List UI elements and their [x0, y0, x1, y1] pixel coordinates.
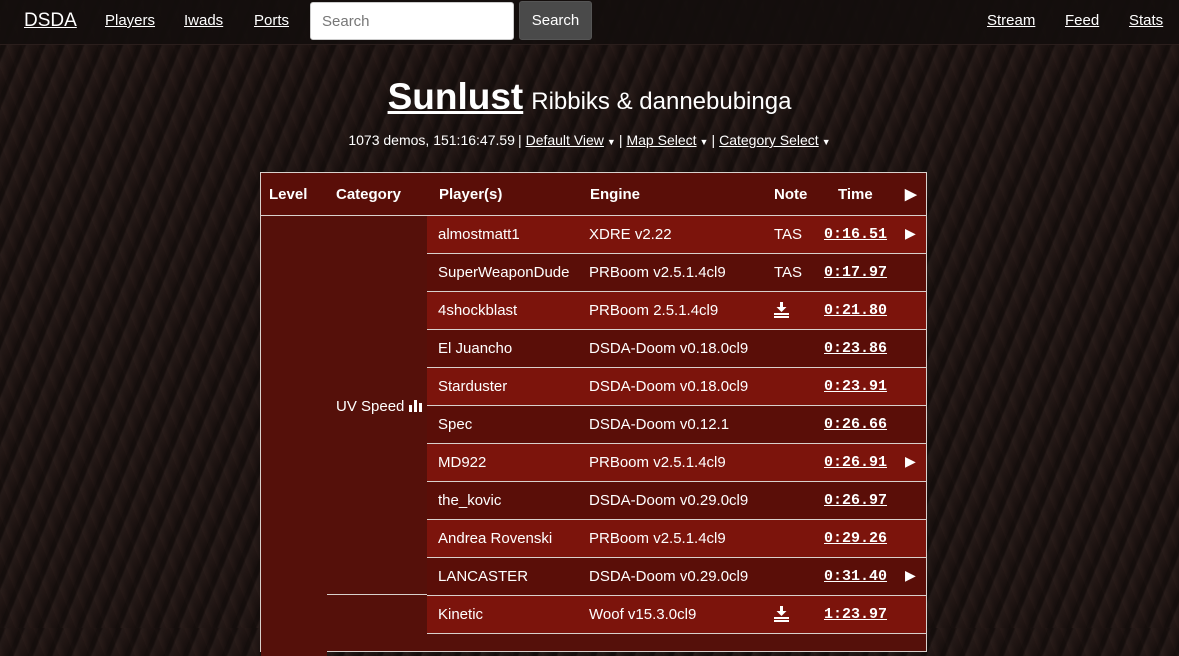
separator: | — [517, 132, 522, 148]
default-view-dropdown[interactable]: Default View ▼ — [526, 132, 616, 148]
download-icon[interactable] — [774, 606, 789, 622]
play-icon: ▶ — [905, 186, 917, 203]
table-row: Andrea Rovenski PRBoom v2.5.1.4cl9 0:29.26 — [427, 520, 926, 558]
wad-header: Sunlust Ribbiks & dannebubinga — [0, 76, 1179, 118]
category-cell: UV Speed — [327, 216, 427, 594]
category-label[interactable]: UV Speed — [336, 398, 423, 415]
run-time-link[interactable]: 0:16.51 — [824, 226, 887, 243]
engine-name: DSDA-Doom v0.18.0cl9 — [589, 378, 749, 395]
player-name[interactable]: Kinetic — [438, 606, 483, 623]
nav-iwads-link[interactable]: Iwads — [184, 12, 223, 29]
player-name[interactable]: Starduster — [438, 378, 507, 395]
player-name[interactable]: El Juancho — [438, 340, 512, 357]
engine-name: PRBoom v2.5.1.4cl9 — [589, 530, 726, 547]
nav-feed-link[interactable]: Feed — [1065, 12, 1099, 29]
level-cell — [261, 216, 327, 656]
caret-down-icon: ▼ — [699, 137, 709, 147]
separator: | — [711, 132, 716, 148]
demo-stats: 1073 demos, 151:16:47.59 — [348, 132, 515, 148]
run-time-link[interactable]: 0:21.80 — [824, 302, 887, 319]
run-time-link[interactable]: 1:23.97 — [824, 606, 887, 623]
category-name: UV Speed — [336, 398, 405, 415]
run-time-link[interactable]: 0:26.66 — [824, 416, 887, 433]
run-time-link[interactable]: 0:17.97 — [824, 264, 887, 281]
search-button[interactable]: Search — [519, 1, 592, 40]
video-play-icon[interactable]: ▶ — [905, 225, 916, 242]
player-name[interactable]: Spec — [438, 416, 472, 433]
default-view-label: Default View — [525, 132, 604, 148]
summary-bar: 1073 demos, 151:16:47.59 | Default View ▼ | M… — [0, 132, 1179, 148]
engine-name: PRBoom v2.5.1.4cl9 — [589, 264, 726, 281]
brand-link[interactable]: DSDA — [24, 10, 77, 32]
header-players: Player(s) — [439, 186, 503, 203]
nav-players-link[interactable]: Players — [105, 12, 155, 29]
engine-name: DSDA-Doom v0.18.0cl9 — [589, 340, 749, 357]
category-select-label: Category Select — [719, 132, 819, 148]
table-row: MD922 PRBoom v2.5.1.4cl9 0:26.91 ▶ — [427, 444, 926, 482]
note-text: TAS — [774, 226, 803, 243]
header-note: Note — [774, 186, 808, 203]
player-name[interactable]: 4shockblast — [438, 302, 517, 319]
table-row: Spec DSDA-Doom v0.12.1 0:26.66 — [427, 406, 926, 444]
nav-stats-link[interactable]: Stats — [1129, 12, 1163, 29]
nav-ports-link[interactable]: Ports — [254, 12, 289, 29]
player-name[interactable]: SuperWeaponDude — [438, 264, 569, 281]
engine-name: DSDA-Doom v0.29.0cl9 — [589, 568, 749, 585]
table-row: 4shockblast PRBoom 2.5.1.4cl9 0:21.80 — [427, 292, 926, 330]
player-name[interactable]: LANCASTER — [438, 568, 528, 585]
engine-name: DSDA-Doom v0.12.1 — [589, 416, 730, 433]
header-time: Time — [838, 186, 873, 203]
engine-name: DSDA-Doom v0.29.0cl9 — [589, 492, 749, 509]
run-time-link[interactable]: 0:23.86 — [824, 340, 887, 357]
header-level: Level — [269, 186, 308, 203]
table-row: Kinetic Woof v15.3.0cl9 1:23.97 — [427, 596, 926, 634]
player-name[interactable]: Andrea Rovenski — [438, 530, 552, 547]
table-row: the_kovic DSDA-Doom v0.29.0cl9 0:26.97 — [427, 482, 926, 520]
run-time-link[interactable]: 0:26.97 — [824, 492, 887, 509]
category-select-dropdown[interactable]: Category Select ▼ — [719, 132, 831, 148]
category-divider — [327, 594, 439, 595]
run-time-link[interactable]: 0:29.26 — [824, 530, 887, 547]
nav-stream-link[interactable]: Stream — [987, 12, 1035, 29]
engine-name: PRBoom v2.5.1.4cl9 — [589, 454, 726, 471]
wad-title-link[interactable]: Sunlust — [388, 76, 524, 117]
map-select-label: Map Select — [626, 132, 697, 148]
map-select-dropdown[interactable]: Map Select ▼ — [626, 132, 708, 148]
run-time-link[interactable]: 0:26.91 — [824, 454, 887, 471]
wad-authors: Ribbiks & dannebubinga — [531, 88, 792, 115]
caret-down-icon: ▼ — [821, 137, 831, 147]
search-input[interactable] — [310, 2, 514, 40]
player-name[interactable]: almostmatt1 — [438, 226, 520, 243]
video-play-icon[interactable]: ▶ — [905, 567, 916, 584]
run-time-link[interactable]: 0:23.91 — [824, 378, 887, 395]
player-name[interactable]: the_kovic — [438, 492, 501, 509]
engine-name: XDRE v2.22 — [589, 226, 672, 243]
table-row: SuperWeaponDude PRBoom v2.5.1.4cl9 TAS 0:17… — [427, 254, 926, 292]
run-time-link[interactable]: 0:31.40 — [824, 568, 887, 585]
table-row: almostmatt1 XDRE v2.22 TAS 0:16.51 ▶ — [427, 216, 926, 254]
caret-down-icon: ▼ — [606, 137, 616, 147]
download-icon[interactable] — [774, 302, 789, 318]
demos-table: Level Category Player(s) Engine Note Tim… — [260, 172, 927, 656]
engine-name: Woof v15.3.0cl9 — [589, 606, 697, 623]
player-name[interactable]: MD922 — [438, 454, 486, 471]
top-navbar: DSDA Players Iwads Ports Search Stream F… — [0, 0, 1179, 45]
table-row: Starduster DSDA-Doom v0.18.0cl9 0:23.91 — [427, 368, 926, 406]
header-category: Category — [336, 186, 402, 203]
table-header: Level Category Player(s) Engine Note Tim… — [261, 173, 926, 216]
header-engine: Engine — [590, 186, 641, 203]
bar-chart-icon[interactable] — [409, 400, 423, 412]
table-row: El Juancho DSDA-Doom v0.18.0cl9 0:23.86 — [427, 330, 926, 368]
note-text: TAS — [774, 264, 803, 281]
separator: | — [618, 132, 623, 148]
engine-name: PRBoom 2.5.1.4cl9 — [589, 302, 719, 319]
table-row: LANCASTER DSDA-Doom v0.29.0cl9 0:31.40 ▶ — [427, 558, 926, 596]
video-play-icon[interactable]: ▶ — [905, 453, 916, 470]
